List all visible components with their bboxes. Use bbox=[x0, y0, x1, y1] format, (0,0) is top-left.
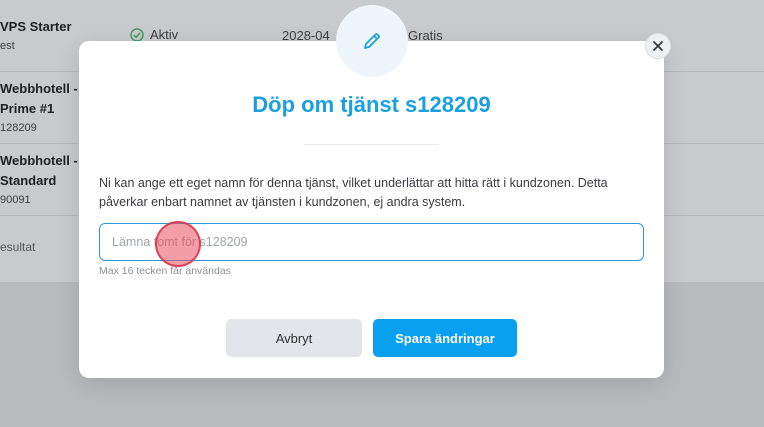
service-name-line1: Webbhotell - bbox=[0, 153, 78, 168]
service-name: VPS Starter bbox=[0, 19, 72, 34]
result-count: esultat bbox=[0, 240, 36, 254]
edit-icon-badge bbox=[336, 5, 408, 77]
check-circle-icon bbox=[130, 27, 144, 42]
service-name-line1: Webbhotell - bbox=[0, 81, 78, 96]
input-hint: Max 16 tecken får användas bbox=[99, 265, 231, 277]
dialog-title: Döp om tjänst s128209 bbox=[252, 92, 491, 117]
service-id: 90091 bbox=[0, 194, 31, 206]
status-label: Aktiv bbox=[150, 27, 179, 42]
close-icon bbox=[653, 41, 663, 51]
service-name-line2: Standard bbox=[0, 173, 57, 188]
service-name-line2: Prime #1 bbox=[0, 101, 55, 116]
dialog-description: Ni kan ange ett eget namn för denna tjän… bbox=[99, 176, 608, 209]
click-indicator bbox=[155, 221, 201, 267]
rename-service-dialog: Döp om tjänst s128209 Ni kan ange ett eg… bbox=[79, 41, 664, 378]
cancel-button[interactable]: Avbryt bbox=[226, 319, 362, 357]
status-badge: Aktiv bbox=[130, 27, 178, 42]
close-button[interactable] bbox=[645, 33, 671, 59]
pencil-icon bbox=[364, 33, 380, 49]
service-id: 128209 bbox=[0, 122, 37, 134]
save-changes-button[interactable]: Spara ändringar bbox=[373, 319, 517, 357]
divider bbox=[304, 144, 439, 145]
service-id: est bbox=[0, 40, 15, 52]
